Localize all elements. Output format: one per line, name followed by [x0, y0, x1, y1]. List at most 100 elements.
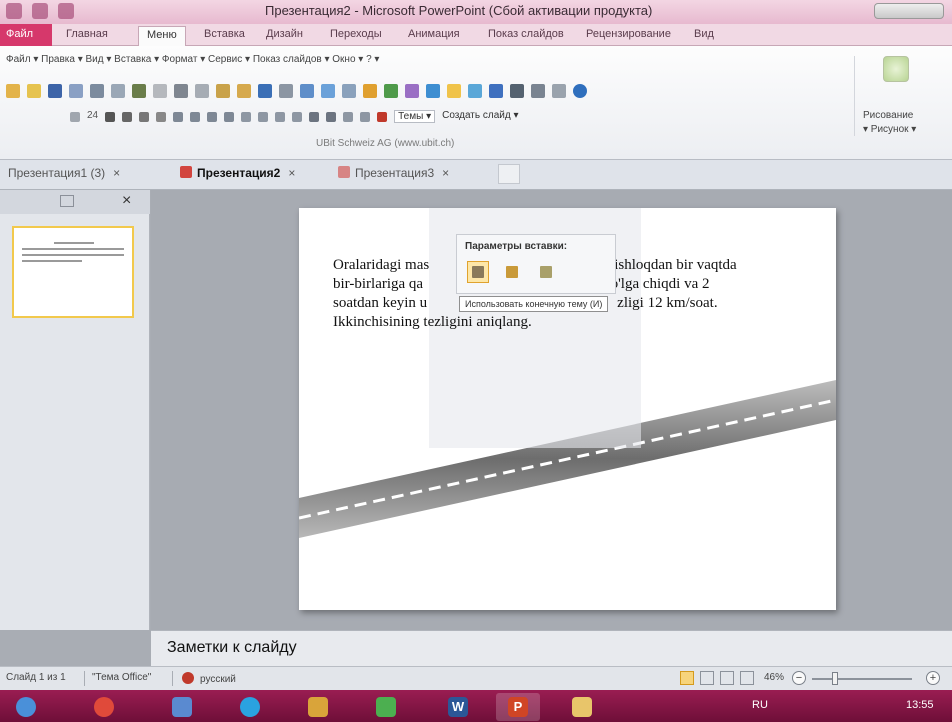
close-icon[interactable]: × [288, 166, 295, 180]
doc-tab-3[interactable]: Презентация3 × [338, 166, 449, 180]
text-direction-icon[interactable] [258, 112, 269, 122]
italic-icon[interactable] [122, 112, 133, 122]
increase-indent-icon[interactable] [360, 112, 371, 122]
normal-view-button[interactable] [680, 671, 694, 685]
cut-icon[interactable] [174, 84, 188, 98]
print-preview-icon[interactable] [111, 84, 125, 98]
zoom-icon[interactable] [552, 84, 566, 98]
align-left-icon[interactable] [173, 112, 184, 122]
align-center-icon[interactable] [190, 112, 201, 122]
outline-view-icon[interactable] [60, 195, 74, 207]
zoom-in-button[interactable]: + [926, 671, 940, 685]
slideshow-button[interactable] [740, 671, 754, 685]
new-icon[interactable] [6, 84, 20, 98]
taskbar-files[interactable] [296, 693, 340, 721]
picture-label[interactable]: ▾ Рисунок ▾ [863, 124, 916, 135]
tab-view[interactable]: Вид [694, 28, 714, 40]
notes-pane[interactable]: Заметки к слайду [151, 630, 952, 666]
slide-sorter-button[interactable] [700, 671, 714, 685]
classic-menu-row[interactable]: Файл ▾ Правка ▾ Вид ▾ Вставка ▾ Формат ▾… [6, 54, 379, 65]
decrease-font-icon[interactable] [326, 112, 337, 122]
tab-animation[interactable]: Анимация [408, 28, 460, 40]
language-indicator[interactable]: русский [182, 672, 236, 685]
tab-transitions[interactable]: Переходы [330, 28, 382, 40]
grayscale-icon[interactable] [510, 84, 524, 98]
spelling-icon[interactable] [132, 84, 146, 98]
research-icon[interactable] [153, 84, 167, 98]
use-destination-theme-button[interactable] [467, 261, 489, 283]
slide-layout-icon[interactable] [447, 84, 461, 98]
paste-icon[interactable] [216, 84, 230, 98]
undo-icon[interactable] [258, 84, 272, 98]
hyperlink-icon[interactable] [426, 84, 440, 98]
justify-icon[interactable] [224, 112, 235, 122]
theme-name[interactable]: "Тема Office" [92, 672, 151, 683]
slide-canvas[interactable]: Oralaridagi mas ishloqdan bir vaqtda bir-… [299, 208, 836, 610]
font-name-dropdown[interactable] [70, 112, 80, 122]
undo-icon[interactable] [32, 3, 48, 19]
zoom-level[interactable]: 46% [764, 672, 784, 683]
print-icon[interactable] [90, 84, 104, 98]
smartart-icon[interactable] [405, 84, 419, 98]
keep-source-formatting-button[interactable] [501, 261, 523, 283]
new-tab-button[interactable] [498, 164, 520, 184]
textbox-icon[interactable] [342, 84, 356, 98]
help-icon[interactable] [573, 84, 587, 98]
drawing-icon[interactable] [883, 56, 909, 82]
open-icon[interactable] [27, 84, 41, 98]
redo-icon[interactable] [279, 84, 293, 98]
zoom-slider-thumb[interactable] [832, 672, 838, 685]
font-size-value[interactable]: 24 [87, 110, 98, 123]
chart-bar-icon[interactable] [363, 84, 377, 98]
clock[interactable]: 13:55 [906, 699, 934, 711]
strikethrough-icon[interactable] [156, 112, 167, 122]
tab-insert[interactable]: Вставка [204, 28, 245, 40]
align-right-icon[interactable] [207, 112, 218, 122]
create-slide-button[interactable]: Создать слайд ▾ [442, 110, 518, 123]
doc-tab-2[interactable]: Презентация2 × [180, 166, 295, 180]
tab-design[interactable]: Дизайн [266, 28, 303, 40]
zoom-slider[interactable] [812, 678, 912, 680]
tab-slideshow[interactable]: Показ слайдов [488, 28, 564, 40]
start-button[interactable] [4, 693, 48, 721]
window-controls[interactable] [874, 3, 944, 19]
tab-file[interactable]: Файл [0, 24, 52, 46]
close-icon[interactable]: × [113, 166, 120, 180]
table-icon[interactable] [321, 84, 335, 98]
zoom-out-button[interactable]: − [792, 671, 806, 685]
language-tray[interactable]: RU [752, 699, 768, 711]
clipart-icon[interactable] [384, 84, 398, 98]
reading-view-button[interactable] [720, 671, 734, 685]
taskbar-mail[interactable] [160, 693, 204, 721]
color-icon[interactable] [489, 84, 503, 98]
save-icon[interactable] [48, 84, 62, 98]
copy-icon[interactable] [195, 84, 209, 98]
increase-font-icon[interactable] [309, 112, 320, 122]
picture-paste-button[interactable] [535, 261, 557, 283]
taskbar-chrome[interactable] [82, 693, 126, 721]
themes-button[interactable]: Темы ▾ [394, 110, 436, 123]
underline-icon[interactable] [139, 112, 150, 122]
font-color-icon[interactable] [377, 112, 388, 122]
decrease-indent-icon[interactable] [343, 112, 354, 122]
numbering-icon[interactable] [292, 112, 303, 122]
permission-icon[interactable] [69, 84, 83, 98]
tab-menu[interactable]: Меню [138, 26, 186, 47]
bold-icon[interactable] [105, 112, 116, 122]
chart-icon[interactable] [300, 84, 314, 98]
format-painter-icon[interactable] [237, 84, 251, 98]
tab-review[interactable]: Рецензирование [586, 28, 671, 40]
doc-tab-1[interactable]: Презентация1 (3) × [8, 166, 120, 180]
save-icon[interactable] [6, 3, 22, 19]
show-icon[interactable] [468, 84, 482, 98]
slide-thumbnail[interactable] [12, 226, 134, 318]
taskbar-app[interactable] [364, 693, 408, 721]
drawing-label[interactable]: Рисование [863, 110, 913, 121]
tab-home[interactable]: Главная [66, 28, 108, 40]
taskbar-powerpoint[interactable]: P [496, 693, 540, 721]
columns-icon[interactable] [241, 112, 252, 122]
bw-icon[interactable] [531, 84, 545, 98]
taskbar-word[interactable]: W [436, 693, 480, 721]
redo-icon[interactable] [58, 3, 74, 19]
bullets-icon[interactable] [275, 112, 286, 122]
